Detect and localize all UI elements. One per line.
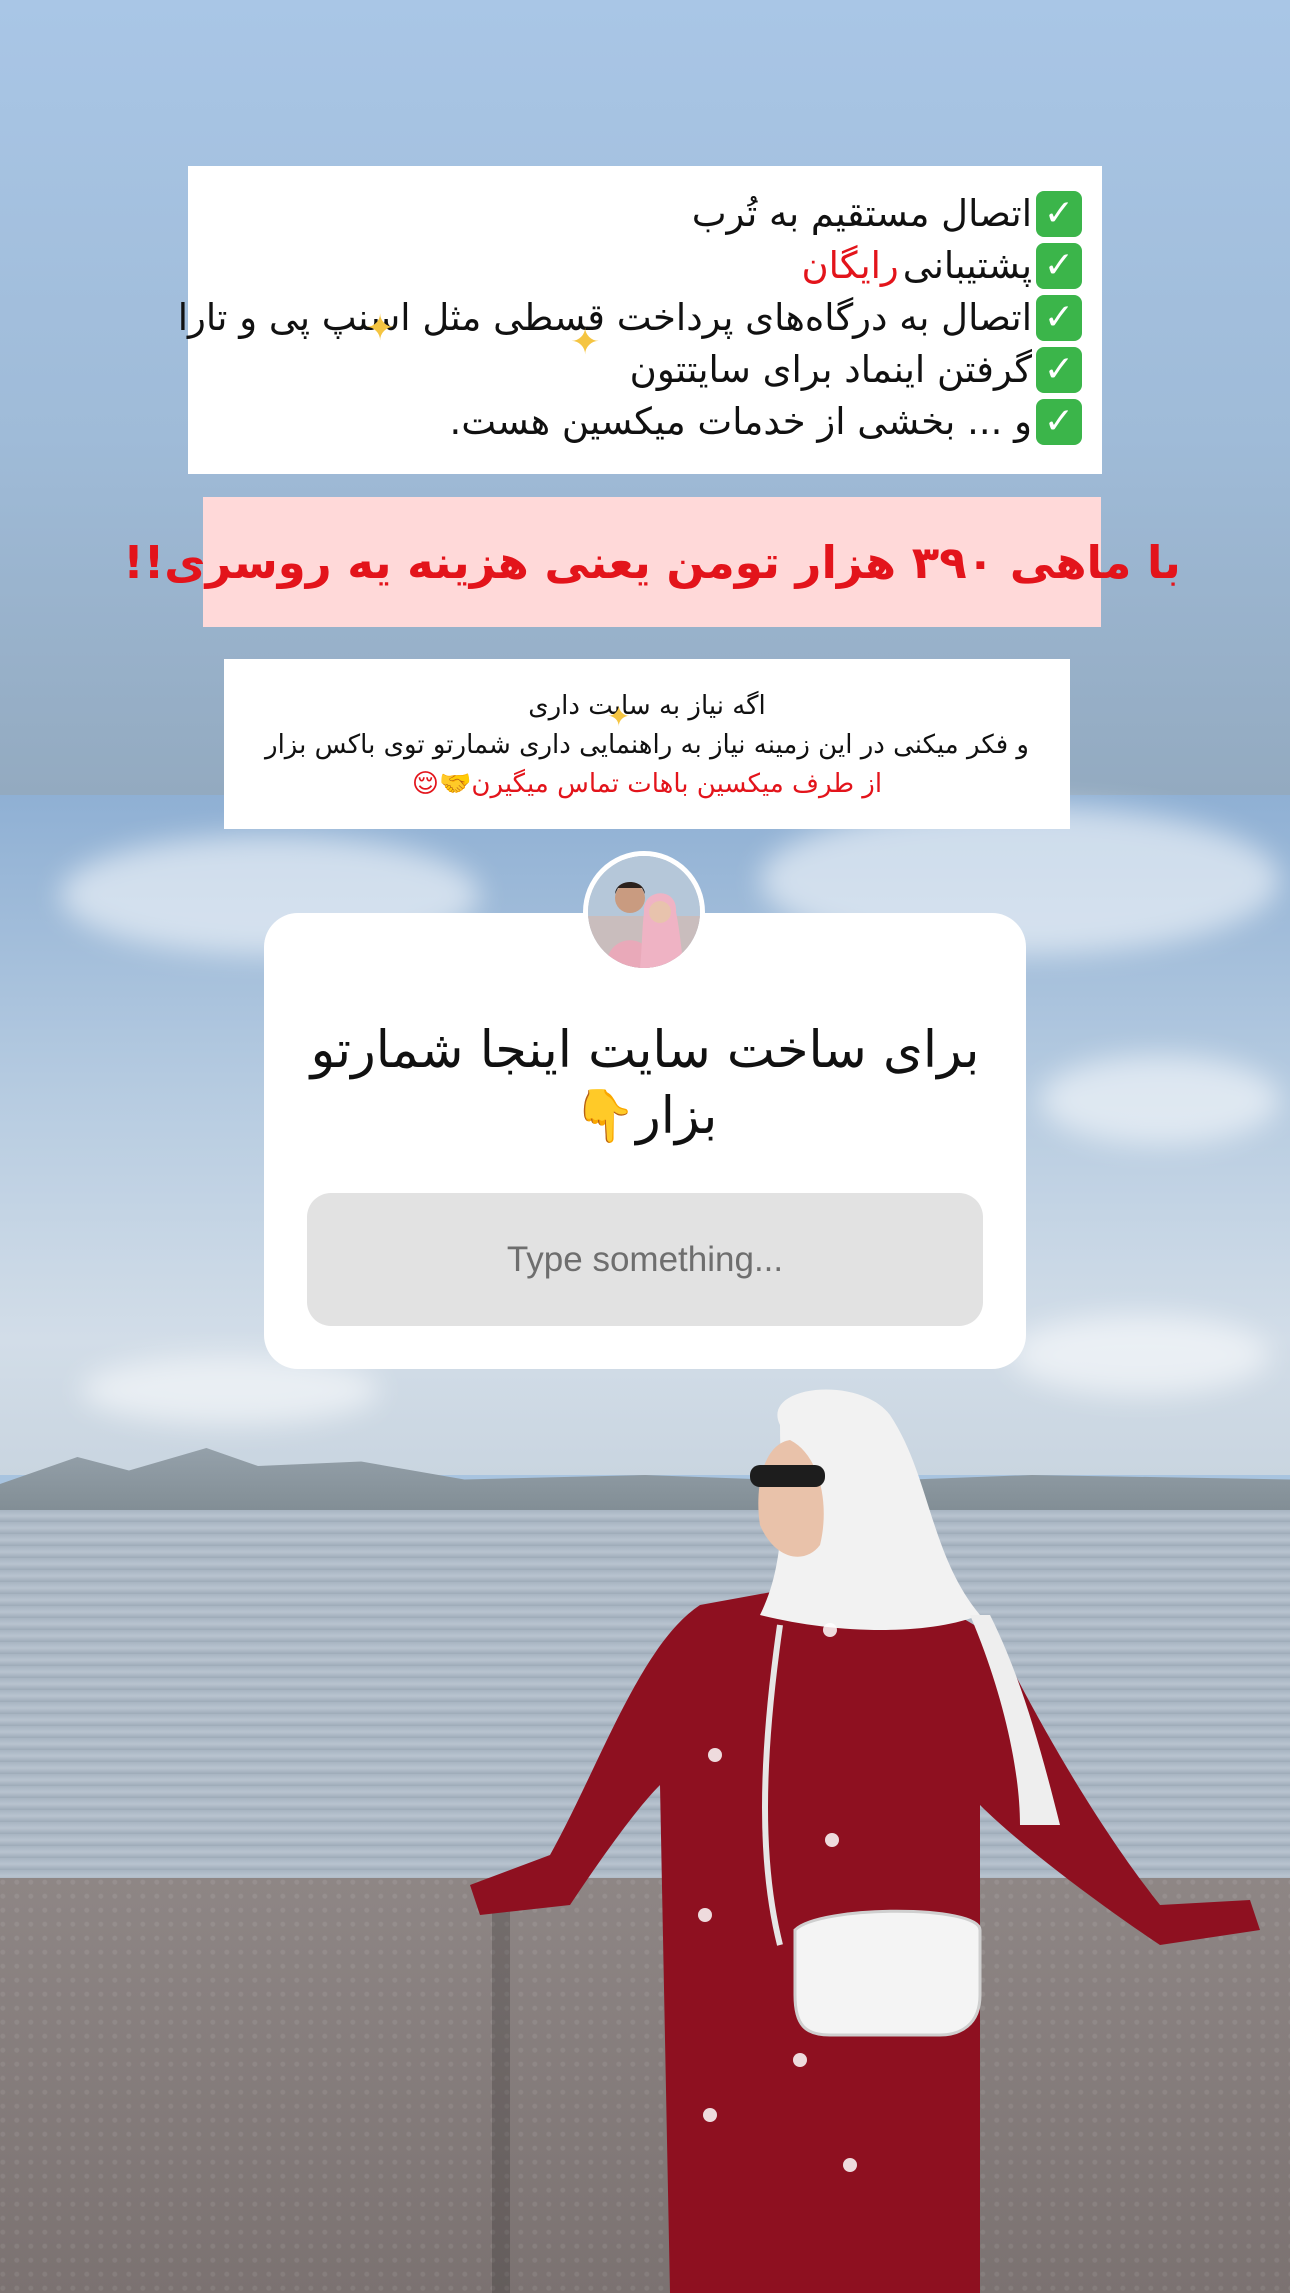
- price-banner: با ماهی ۳۹۰ هزار تومن یعنی هزینه یه روسر…: [123, 497, 1181, 627]
- feature-text: گرفتن اینماد برای سایتتون: [629, 348, 1032, 391]
- check-mark-icon: ✓: [1036, 295, 1082, 341]
- feature-item: ✓ اتصال مستقیم به تُرب: [188, 188, 1082, 240]
- feature-item: ✓ گرفتن اینماد برای سایتتون: [188, 344, 1082, 396]
- feature-item: ✓ پشتیبانی رایگان: [188, 240, 1082, 292]
- check-mark-icon: ✓: [1036, 399, 1082, 445]
- feature-item: ✓ و ... بخشی از خدمات میکسین هست.: [188, 396, 1082, 448]
- cta-line: و فکر میکنی در این زمینه نیاز به راهنمای…: [265, 730, 1029, 760]
- feature-text: و ... بخشی از خدمات میکسین هست.: [449, 400, 1032, 443]
- check-mark-icon: ✓: [1036, 191, 1082, 237]
- feature-item: ✓ اتصال به درگاه‌های پرداخت قسطی مثل اسن…: [178, 292, 1082, 344]
- check-mark-icon: ✓: [1036, 347, 1082, 393]
- answer-input[interactable]: Type something...: [307, 1193, 983, 1326]
- price-banner-text: با ماهی ۳۹۰ هزار تومن یعنی هزینه یه روسر…: [123, 535, 1181, 589]
- profile-photo: [588, 856, 700, 968]
- feature-text: پشتیبانی: [902, 244, 1032, 287]
- question-text: برای ساخت سایت اینجا شمارتو بزار👇: [310, 1021, 980, 1146]
- cta-contact-line: از طرف میکسین باهات تماس میگیرن🤝😌: [411, 769, 883, 799]
- feature-text: اتصال به درگاه‌های پرداخت قسطی مثل اسنپ …: [177, 296, 1032, 339]
- check-mark-icon: ✓: [1036, 243, 1082, 289]
- sparkle-icon: ✦: [365, 308, 396, 349]
- question-sticker: برای ساخت سایت اینجا شمارتو بزار👇 Type s…: [264, 913, 1026, 1369]
- avatar[interactable]: [583, 851, 705, 973]
- sparkle-icon: ✦: [607, 700, 631, 733]
- cta-line: اگه نیاز به سایت داری: [528, 691, 766, 721]
- cta-text-box: اگه نیاز به سایت داری و فکر میکنی در این…: [224, 659, 1070, 829]
- features-list-box: ✓ اتصال مستقیم به تُرب ✓ پشتیبانی رایگان…: [178, 166, 1102, 474]
- sparkle-icon: ✦: [570, 322, 601, 363]
- feature-highlight: رایگان: [801, 244, 899, 287]
- feature-text: اتصال مستقیم به تُرب: [691, 192, 1032, 235]
- woman-figure: [470, 1389, 1260, 2293]
